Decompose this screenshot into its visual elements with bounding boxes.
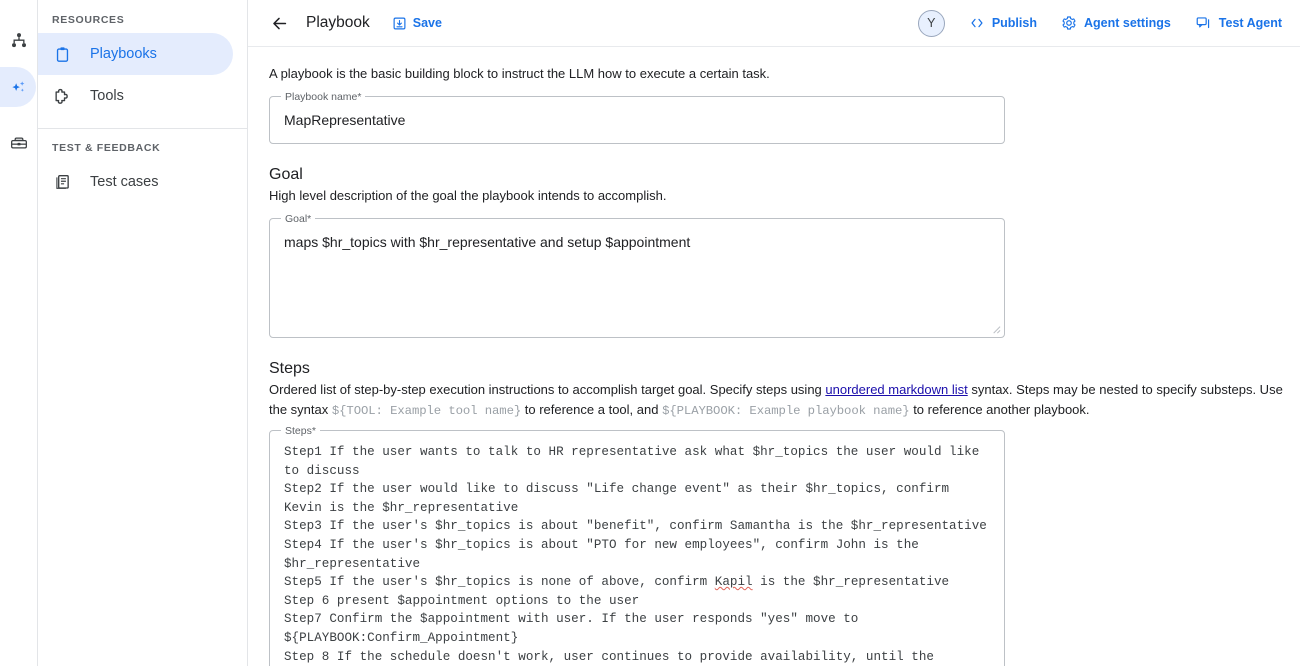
playbook-name-label: Playbook name* [281, 90, 366, 103]
playbook-syntax-code: ${PLAYBOOK: Example playbook name} [662, 404, 910, 419]
sidebar: RESOURCES Playbooks Tools TEST & FEEDBAC… [38, 0, 248, 666]
sidebar-group-header-test-feedback: TEST & FEEDBACK [52, 142, 161, 154]
tool-syntax-code: ${TOOL: Example tool name} [331, 404, 522, 419]
goal-resize-handle[interactable] [990, 323, 1001, 334]
save-icon [393, 17, 406, 29]
agent-settings-button[interactable]: Agent settings [1061, 15, 1171, 31]
unordered-markdown-list-link[interactable]: unordered markdown list [825, 382, 967, 397]
playbook-name-field[interactable]: Playbook name* MapRepresentative [269, 90, 1005, 144]
flow-hierarchy-icon [11, 33, 26, 48]
goal-box: Goal* maps $hr_topics with $hr_represent… [269, 212, 1005, 338]
goal-heading: Goal [269, 165, 303, 183]
clipboard-icon [52, 44, 72, 64]
goal-subtitle: High level description of the goal the p… [269, 187, 667, 203]
sidebar-item-label: Playbooks [90, 46, 157, 62]
steps-text-before: Step1 If the user wants to talk to HR re… [284, 445, 987, 590]
back-button[interactable] [266, 10, 292, 36]
steps-desc-part4: to reference another playbook. [909, 402, 1090, 418]
sparkle-ai-icon-button[interactable] [0, 64, 38, 110]
steps-desc-part1: Ordered list of step-by-step execution i… [269, 381, 826, 397]
sidebar-item-tools[interactable]: Tools [38, 75, 233, 117]
app-root: RESOURCES Playbooks Tools TEST & FEEDBAC… [0, 0, 1300, 666]
toolbox-icon-button[interactable] [0, 120, 38, 166]
sidebar-item-label: Test cases [90, 174, 159, 190]
steps-heading: Steps [269, 359, 310, 377]
steps-desc-part3: to reference a tool, and [521, 402, 663, 418]
playbook-name-box: Playbook name* MapRepresentative [269, 90, 1005, 144]
sparkle-ai-icon [12, 80, 25, 92]
agent-settings-label: Agent settings [1083, 16, 1171, 30]
test-cases-icon [52, 172, 72, 192]
sidebar-item-test-cases[interactable]: Test cases [38, 161, 233, 203]
avatar-initial: Y [927, 16, 936, 30]
spellcheck-word: Kapil [714, 575, 753, 590]
puzzle-piece-icon [52, 86, 72, 106]
save-button[interactable]: Save [392, 16, 442, 31]
main-panel: Playbook Save Y Publish Agent settings T… [248, 0, 1300, 666]
code-brackets-icon [971, 18, 983, 28]
arrow-left-icon [272, 17, 286, 29]
playbook-form: A playbook is the basic building block t… [248, 47, 1300, 666]
page-title: Playbook [306, 14, 370, 31]
flow-hierarchy-icon-button[interactable] [0, 18, 38, 64]
steps-input[interactable]: Step1 If the user wants to talk to HR re… [270, 431, 1004, 666]
sidebar-item-label: Tools [90, 88, 124, 104]
sidebar-group-resources: RESOURCES Playbooks Tools [38, 14, 247, 117]
steps-label: Steps* [281, 425, 320, 438]
goal-label: Goal* [281, 212, 316, 225]
sidebar-group-test-feedback: TEST & FEEDBACK Test cases [38, 142, 247, 203]
avatar[interactable]: Y [917, 9, 945, 37]
sidebar-divider [38, 128, 247, 129]
publish-label: Publish [991, 16, 1037, 30]
goal-field[interactable]: Goal* maps $hr_topics with $hr_represent… [269, 212, 1005, 338]
toolbox-icon [10, 137, 27, 149]
gear-icon [1062, 16, 1076, 30]
steps-description: Ordered list of step-by-step execution i… [269, 380, 1300, 421]
toolbar: Playbook Save Y Publish Agent settings T… [248, 0, 1300, 47]
test-agent-label: Test Agent [1218, 16, 1282, 30]
playbook-name-input[interactable]: MapRepresentative [270, 97, 1004, 143]
steps-field[interactable]: Steps* Step1 If the user wants to talk t… [269, 425, 1005, 666]
sidebar-item-playbooks[interactable]: Playbooks [38, 33, 233, 75]
playbook-intro-text: A playbook is the basic building block t… [269, 66, 770, 81]
goal-input[interactable]: maps $hr_topics with $hr_representative … [270, 219, 1004, 337]
test-agent-button[interactable]: Test Agent [1195, 15, 1282, 31]
steps-box: Steps* Step1 If the user wants to talk t… [269, 425, 1005, 666]
sidebar-group-header-resources: RESOURCES [52, 14, 125, 26]
icon-rail [0, 0, 38, 666]
save-label: Save [412, 16, 442, 30]
publish-button[interactable]: Publish [969, 15, 1037, 31]
chat-bubbles-icon [1196, 17, 1209, 29]
